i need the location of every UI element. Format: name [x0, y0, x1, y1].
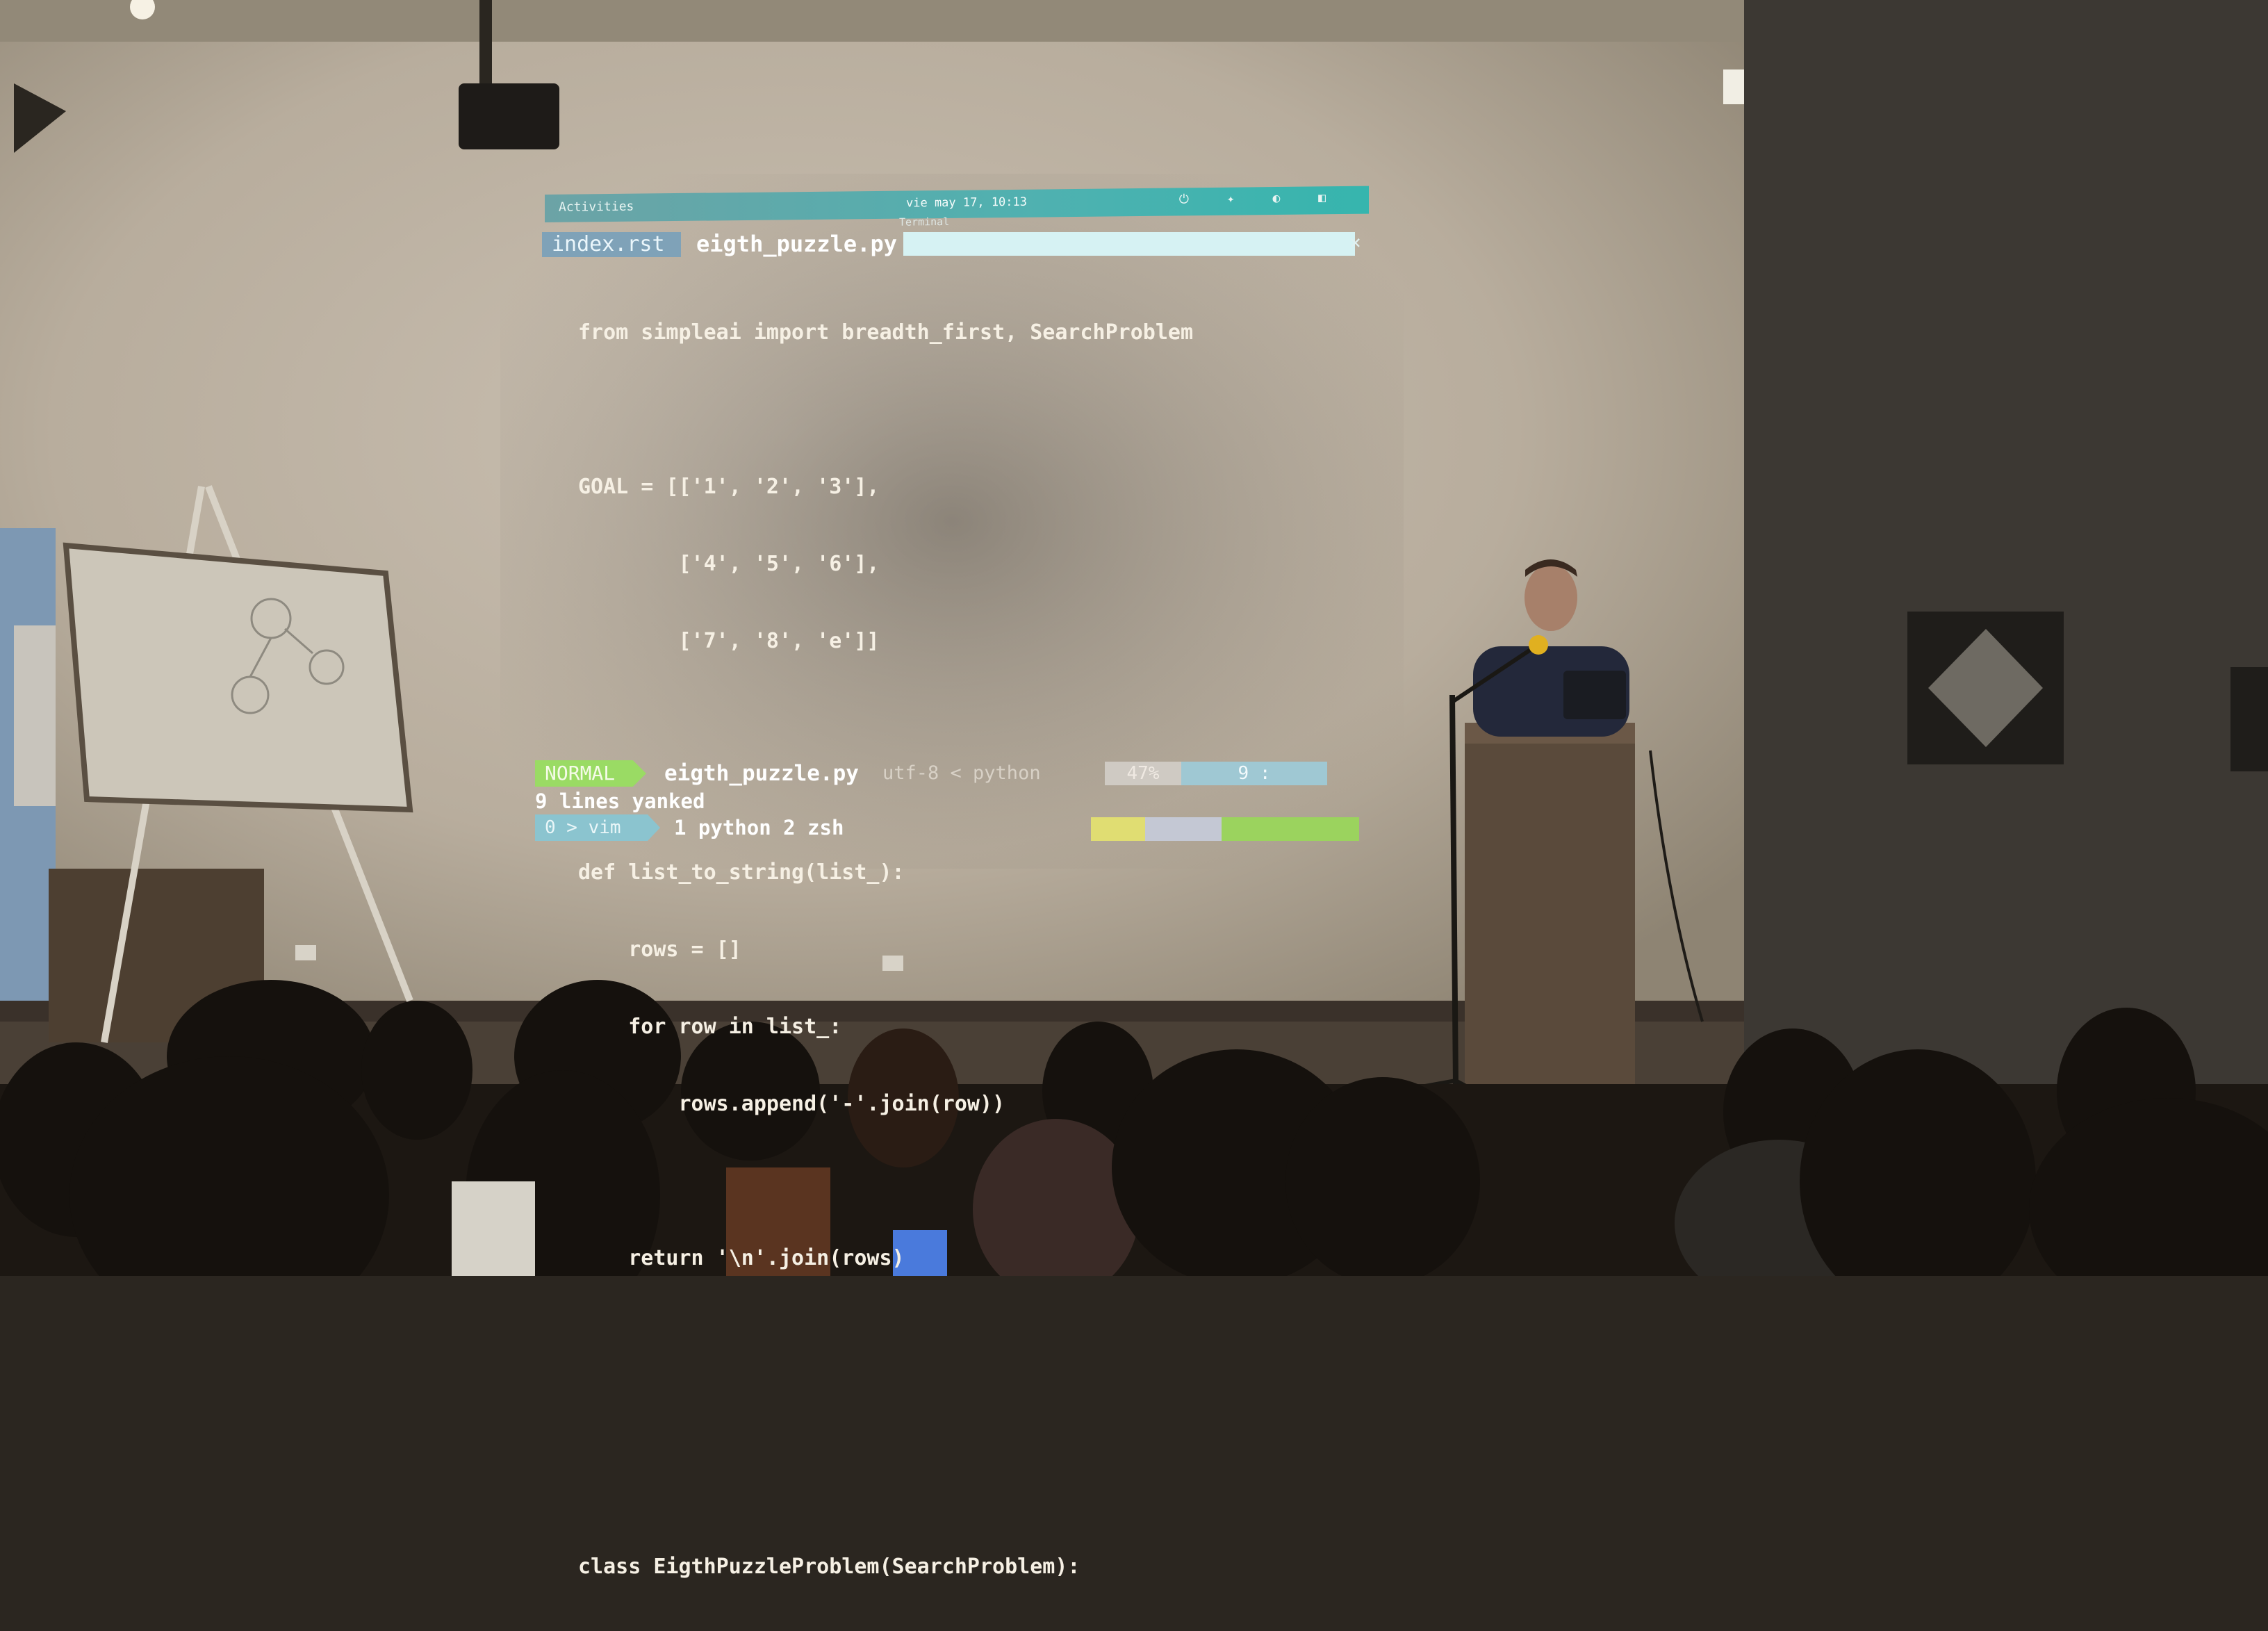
code-line: rows = [] [578, 937, 741, 962]
code-line: ['7', '8', 'e']] [578, 629, 880, 653]
tab-eigth-puzzle[interactable]: eigth_puzzle.py [696, 231, 897, 257]
projected-terminal: Activities vie may 17, 10:13 ⏻ ✦ ◐ ◧ Ter… [535, 186, 1369, 1579]
close-icon[interactable]: × [1349, 231, 1361, 254]
status-percent: 47% [1105, 762, 1181, 785]
tab-index-rst[interactable]: index.rst [542, 232, 681, 257]
code-buffer[interactable]: from simpleai import breadth_first, Sear… [578, 268, 1193, 1631]
code-line: rows.append('-'.join(row)) [578, 1092, 1005, 1116]
vim-statusline: NORMAL eigth_puzzle.py utf-8 < python 47… [535, 760, 1362, 787]
status-filename: eigth_puzzle.py [664, 761, 859, 786]
projector [459, 83, 559, 149]
tmux-status-segment [1222, 817, 1359, 841]
code-line: def list_to_string(list_): [578, 860, 905, 885]
command-message: 9 lines yanked [535, 789, 705, 813]
tmux-status-segment [1091, 817, 1145, 841]
tabline-fill [903, 232, 1355, 256]
code-line: ['4', '5', '6'], [578, 552, 880, 576]
ceiling-strip [0, 0, 1744, 42]
microphone [1529, 635, 1548, 655]
mic-stand [1449, 694, 1458, 1085]
side-wall [1744, 0, 2268, 1084]
vim-tabline: index.rst eigth_puzzle.py × [542, 231, 1369, 259]
code-line: GOAL = [['1', '2', '3'], [578, 475, 880, 499]
activities-label[interactable]: Activities [559, 199, 634, 215]
mode-indicator: NORMAL [535, 760, 646, 787]
tmux-windows[interactable]: 1 python 2 zsh [674, 814, 844, 841]
system-tray-icons[interactable]: ⏻ ✦ ◐ ◧ [1179, 190, 1341, 206]
status-fileinfo: utf-8 < python [882, 762, 1041, 784]
tmux-session[interactable]: 0 > vim [535, 814, 660, 841]
tmux-statusbar: 0 > vim 1 python 2 zsh [535, 814, 1362, 841]
status-position: 9 : [1181, 762, 1327, 785]
top-bar-clock[interactable]: vie may 17, 10:13 [906, 195, 1027, 211]
whiteboard [63, 542, 413, 813]
code-line: for row in list_: [578, 1015, 842, 1039]
code-line: return '\n'.join(rows) [578, 1246, 905, 1270]
tmux-status-segment [1145, 817, 1222, 841]
code-line: from simpleai import breadth_first, Sear… [578, 320, 1194, 345]
window-title: Terminal [899, 215, 950, 229]
code-line: class EigthPuzzleProblem(SearchProblem): [578, 1555, 1080, 1579]
